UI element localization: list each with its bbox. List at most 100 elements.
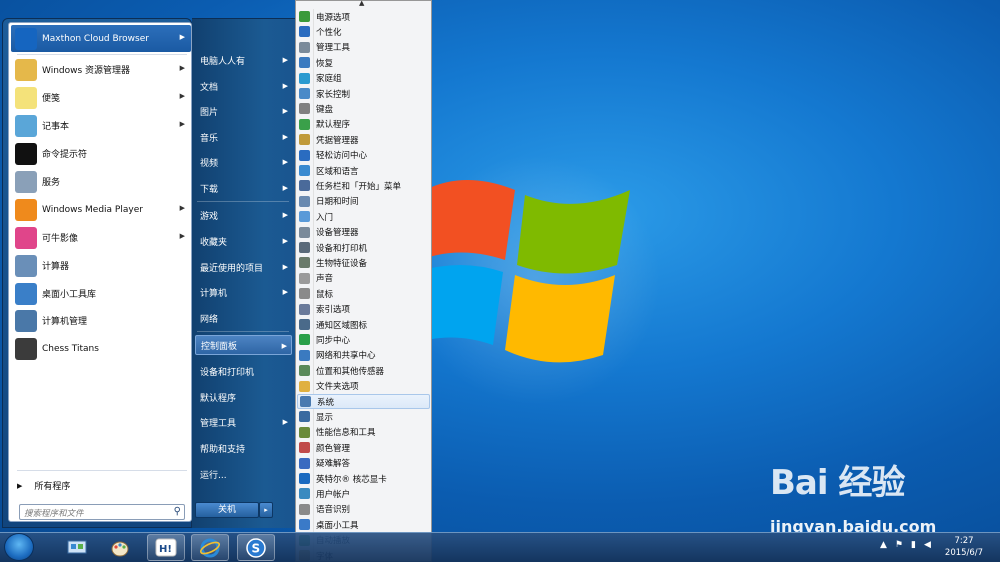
show-hidden-icons-icon[interactable]: ▲	[880, 540, 887, 550]
start-button[interactable]	[4, 533, 34, 561]
control-panel-item[interactable]: 键盘	[297, 101, 430, 116]
start-place-item[interactable]: 默认程序	[195, 387, 292, 407]
control-panel-item[interactable]: 桌面小工具	[297, 517, 430, 532]
control-panel-item-label: 入门	[316, 212, 334, 223]
network-icon[interactable]: ▮	[911, 540, 916, 550]
program-label: 计算器	[42, 262, 70, 272]
control-panel-item[interactable]: 任务栏和「开始」菜单	[297, 178, 430, 193]
start-place-item[interactable]: 管理工具 ▶	[195, 412, 292, 432]
control-panel-item[interactable]: 声音	[297, 271, 430, 286]
start-place-item[interactable]: 音乐 ▶	[195, 127, 292, 147]
control-panel-item-label: 日期和时间	[316, 197, 359, 208]
program-item[interactable]: Maxthon Cloud Browser ▶	[11, 25, 191, 52]
control-panel-item[interactable]: 索引选项	[297, 302, 430, 317]
start-place-item[interactable]: 视频 ▶	[195, 152, 292, 172]
control-panel-item[interactable]: 语音识别	[297, 502, 430, 517]
program-item[interactable]: 记事本 ▶	[11, 112, 191, 139]
control-panel-item-icon	[299, 272, 310, 284]
scroll-up-icon[interactable]: ▲	[359, 0, 364, 7]
start-place-item[interactable]: 收藏夹 ▶	[195, 231, 292, 251]
control-panel-item[interactable]: 入门	[297, 209, 430, 224]
program-item[interactable]: 服务	[11, 168, 191, 195]
start-place-item[interactable]: 游戏 ▶	[195, 205, 292, 225]
start-place-item[interactable]: 网络	[195, 308, 292, 328]
start-place-item[interactable]: 图片 ▶	[195, 101, 292, 121]
submenu-arrow-icon: ▶	[282, 133, 288, 141]
control-panel-item[interactable]: 同步中心	[297, 332, 430, 347]
control-panel-item-icon	[299, 488, 310, 500]
control-panel-item[interactable]: 生物特征设备	[297, 255, 430, 270]
program-item[interactable]: Windows Media Player ▶	[11, 196, 191, 223]
control-panel-item[interactable]: 通知区域图标	[297, 317, 430, 332]
start-place-item[interactable]: 下载 ▶	[195, 178, 292, 198]
all-programs-button[interactable]: ▶ 所有程序	[17, 479, 70, 493]
start-place-item[interactable]: 计算机 ▶	[195, 282, 292, 302]
control-panel-item[interactable]: 默认程序	[297, 117, 430, 132]
start-place-item[interactable]: 设备和打印机	[195, 361, 292, 381]
submenu-arrow-icon: ▶	[179, 33, 185, 41]
control-panel-item[interactable]: 用户帐户	[297, 486, 430, 501]
program-item[interactable]: Chess Titans	[11, 335, 191, 362]
program-item[interactable]: 计算器	[11, 252, 191, 279]
control-panel-item[interactable]: 显示	[297, 409, 430, 424]
control-panel-item[interactable]: 凭据管理器	[297, 132, 430, 147]
shutdown-button[interactable]: 关机	[195, 502, 259, 518]
taskbar-paint-button[interactable]	[101, 534, 139, 561]
flag-icon[interactable]: ⚑	[895, 540, 903, 550]
control-panel-item[interactable]: 电源选项	[297, 9, 430, 24]
search-input[interactable]: 搜索程序和文件 ⚲	[19, 504, 185, 520]
shutdown-options-button[interactable]: ▸	[259, 502, 273, 518]
control-panel-item[interactable]: 区域和语言	[297, 163, 430, 178]
clock[interactable]: 7:27 2015/6/7	[934, 535, 994, 559]
start-place-item[interactable]: 控制面板 ▶	[195, 335, 292, 355]
control-panel-item[interactable]: 疑难解答	[297, 456, 430, 471]
control-panel-item[interactable]: 文件夹选项	[297, 379, 430, 394]
taskbar-ie-button[interactable]	[191, 534, 229, 561]
control-panel-item[interactable]: 网络和共享中心	[297, 348, 430, 363]
program-label: 命令提示符	[42, 150, 88, 160]
control-panel-item[interactable]: 设备管理器	[297, 225, 430, 240]
control-panel-item[interactable]: 日期和时间	[297, 194, 430, 209]
control-panel-item[interactable]: 位置和其他传感器	[297, 363, 430, 378]
program-item[interactable]: 可牛影像 ▶	[11, 224, 191, 251]
start-place-item[interactable]: 帮助和支持	[195, 438, 292, 458]
volume-icon[interactable]: ◀	[924, 540, 931, 550]
taskbar-control-panel-button[interactable]	[58, 534, 96, 561]
control-panel-item[interactable]: 鼠标	[297, 286, 430, 301]
control-panel-item[interactable]: 家长控制	[297, 86, 430, 101]
control-panel-item[interactable]: 家庭组	[297, 71, 430, 86]
start-place-item[interactable]: 运行...	[195, 464, 292, 484]
program-item[interactable]: 命令提示符	[11, 140, 191, 167]
control-panel-item[interactable]: 轻松访问中心	[297, 148, 430, 163]
program-item[interactable]: 桌面小工具库	[11, 280, 191, 307]
taskbar-sogou-button[interactable]: S	[237, 534, 275, 561]
control-panel-item[interactable]: 管理工具	[297, 40, 430, 55]
computer-management-icon	[15, 309, 37, 332]
control-panel-item[interactable]: 恢复	[297, 55, 430, 70]
control-panel-item-label: 任务栏和「开始」菜单	[316, 181, 402, 192]
start-place-label: 图片	[200, 107, 219, 118]
program-item[interactable]: Windows 资源管理器 ▶	[11, 56, 191, 83]
program-label: 记事本	[42, 122, 70, 132]
start-place-item[interactable]: 电脑人人有 ▶	[195, 50, 292, 70]
program-item[interactable]: 计算机管理	[11, 307, 191, 334]
control-panel-item[interactable]: 设备和打印机	[297, 240, 430, 255]
start-place-item[interactable]: 文档 ▶	[195, 76, 292, 96]
submenu-arrow-icon: ▶	[282, 82, 288, 90]
control-panel-item-label: 管理工具	[316, 43, 351, 54]
control-panel-item[interactable]: 颜色管理	[297, 440, 430, 455]
control-panel-item[interactable]: 系统	[297, 394, 430, 409]
keniu-icon	[15, 226, 37, 249]
start-place-label: 设备和打印机	[200, 367, 255, 378]
control-panel-item[interactable]: 性能信息和工具	[297, 425, 430, 440]
control-panel-item[interactable]: 个性化	[297, 24, 430, 39]
control-panel-item[interactable]: 英特尔® 核芯显卡	[297, 471, 430, 486]
control-panel-item-label: 桌面小工具	[316, 520, 359, 531]
submenu-arrow-icon: ▶	[179, 232, 185, 240]
program-label: 桌面小工具库	[42, 290, 97, 300]
control-panel-icon	[67, 540, 87, 553]
search-icon[interactable]: ⚲	[174, 506, 181, 517]
start-place-item[interactable]: 最近使用的项目 ▶	[195, 257, 292, 277]
program-item[interactable]: 便笺 ▶	[11, 84, 191, 111]
taskbar-hi-button[interactable]: H!	[147, 534, 185, 561]
